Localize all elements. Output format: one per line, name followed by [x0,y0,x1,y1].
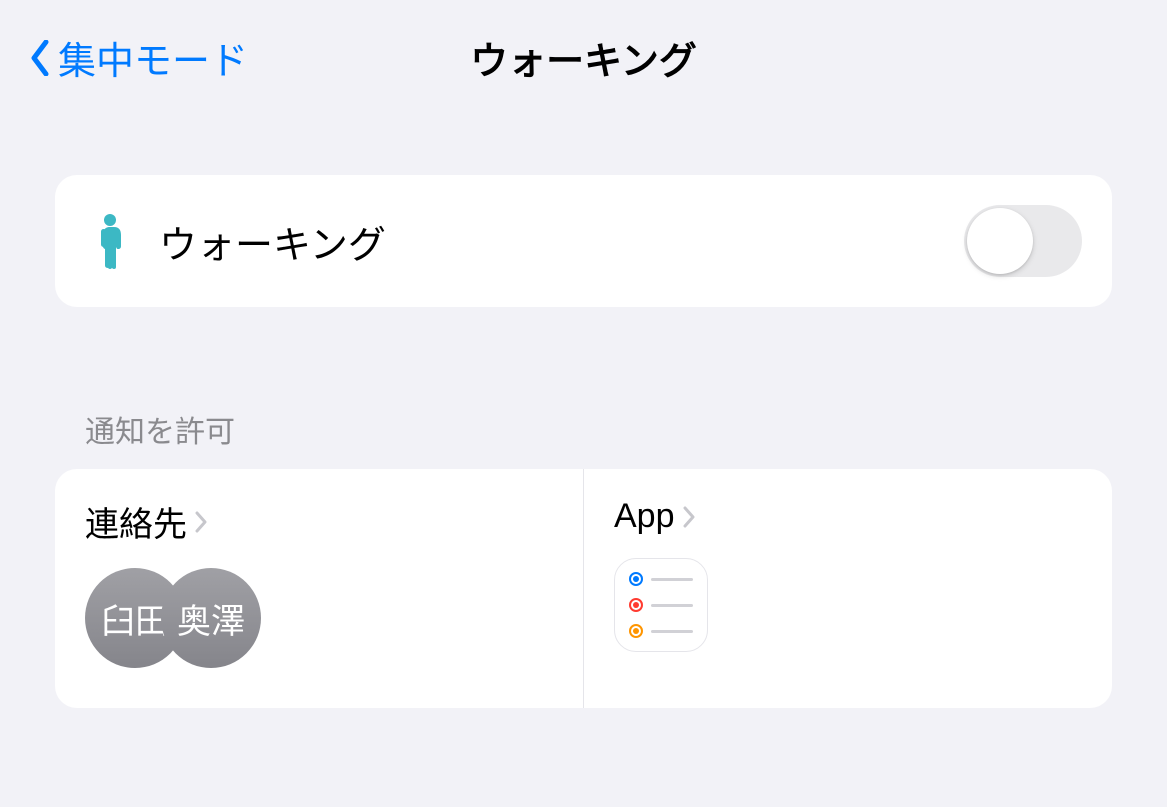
reminder-line [629,572,693,586]
focus-toggle[interactable] [964,205,1082,277]
toggle-knob [967,208,1033,274]
focus-toggle-row: ウォーキング [55,175,1112,307]
contact-avatar: 奥澤 [161,568,261,668]
back-label: 集中モード [58,30,248,85]
reminder-dot-icon [629,598,643,612]
chevron-right-icon [195,511,207,533]
contacts-avatars: 臼田 奥澤 [85,568,553,668]
reminder-line [629,598,693,612]
page-title: ウォーキング [470,30,697,85]
chevron-right-icon [683,506,695,528]
apps-label: App [614,497,675,536]
back-button[interactable]: 集中モード [30,30,248,85]
allow-card: 連絡先 臼田 奥澤 App [55,469,1112,708]
reminder-line [629,624,693,638]
apps-title-row: App [614,497,1082,536]
chevron-left-icon [30,40,50,76]
contacts-column[interactable]: 連絡先 臼田 奥澤 [55,469,584,708]
reminder-bar [651,604,693,607]
focus-toggle-card: ウォーキング [55,175,1112,307]
contacts-label: 連絡先 [85,497,187,546]
reminders-app-icon [614,558,708,652]
allow-section-header: 通知を許可 [55,407,1112,469]
reminder-bar [651,578,693,581]
walking-icon [85,213,135,269]
content: ウォーキング 通知を許可 連絡先 臼田 奥澤 App [0,105,1167,708]
reminder-dot-icon [629,624,643,638]
apps-column[interactable]: App [584,469,1112,708]
reminder-bar [651,630,693,633]
focus-name-label: ウォーキング [159,214,940,269]
contacts-title-row: 連絡先 [85,497,553,546]
reminder-dot-icon [629,572,643,586]
navigation-header: 集中モード ウォーキング [0,0,1167,105]
